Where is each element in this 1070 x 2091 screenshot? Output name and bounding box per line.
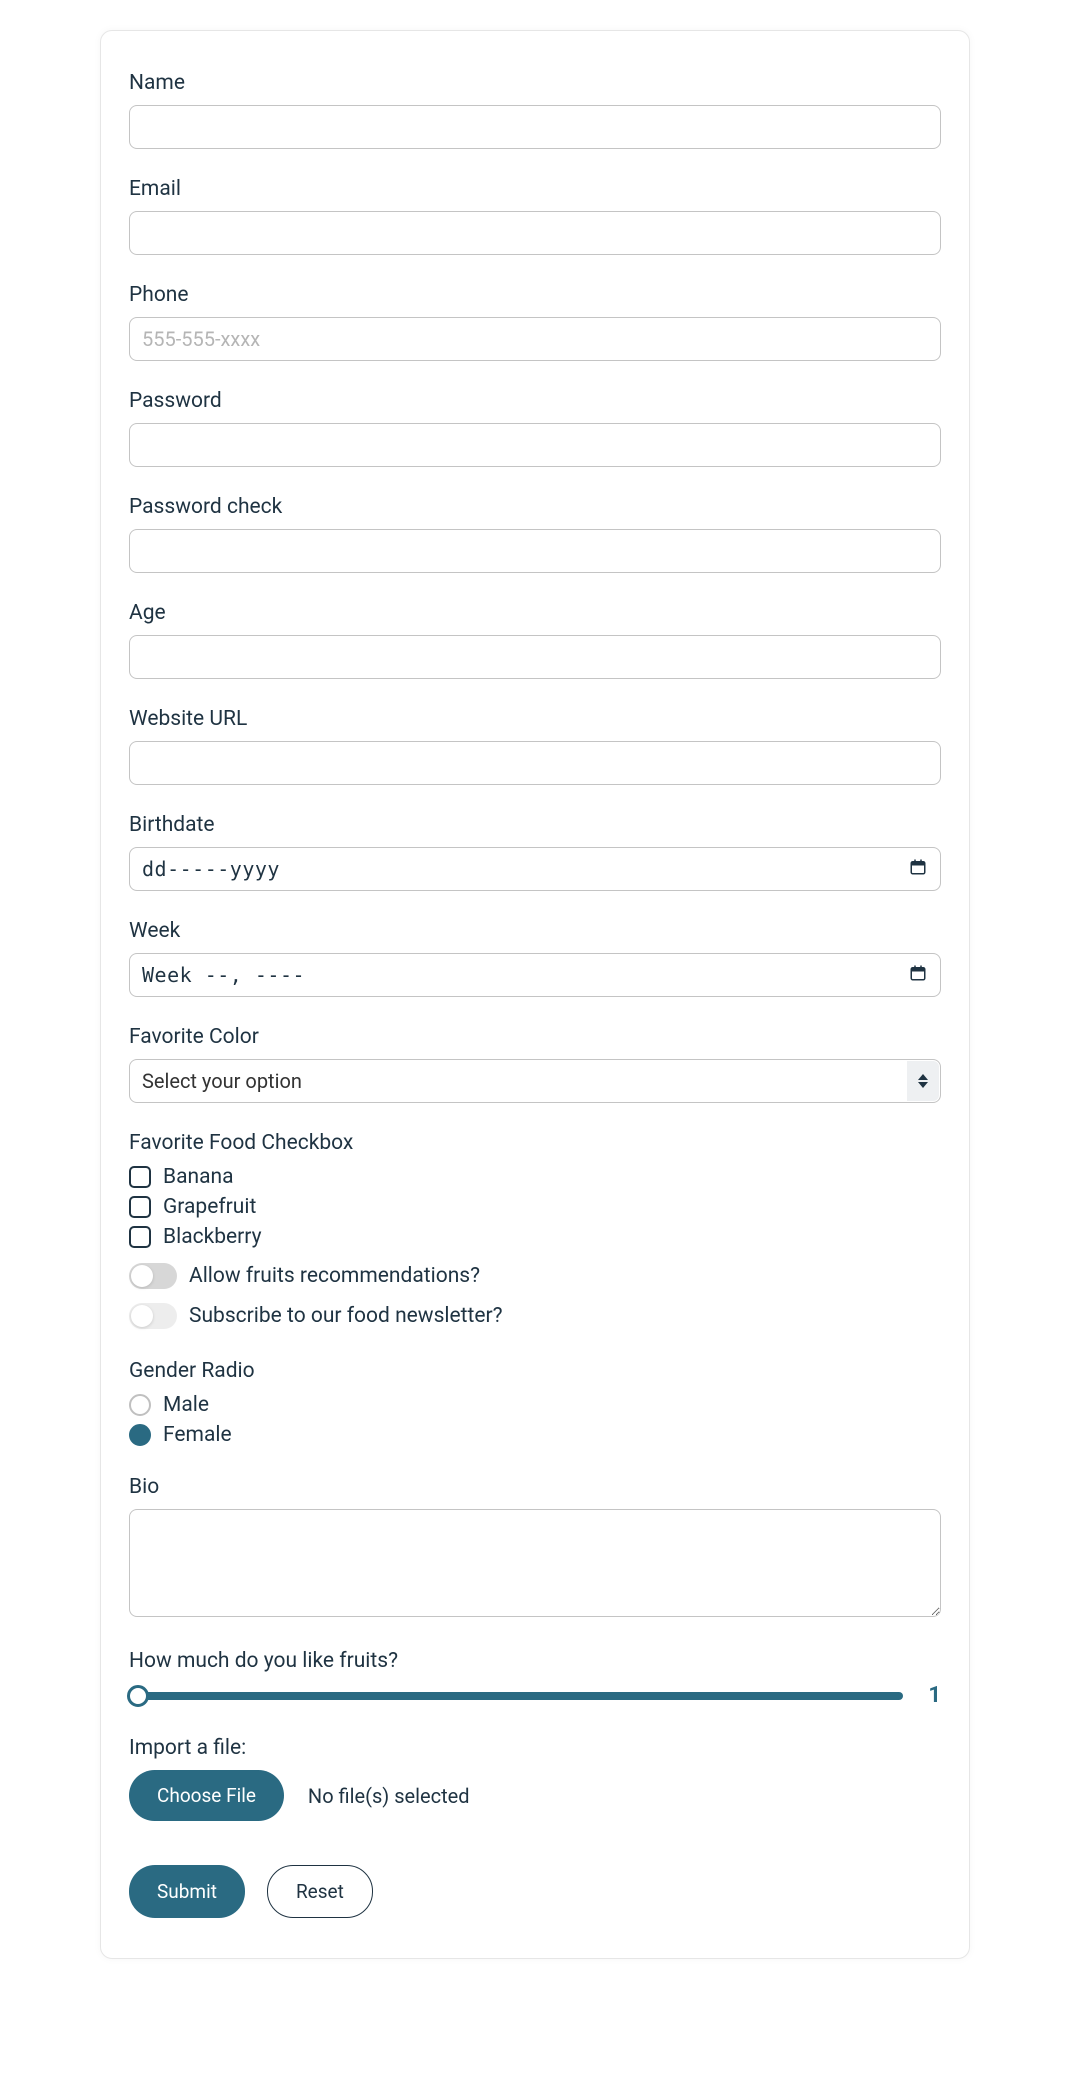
checkbox-blackberry[interactable] xyxy=(129,1226,151,1248)
checkbox-row-grapefruit: Grapefruit xyxy=(129,1195,941,1219)
checkbox-row-blackberry: Blackberry xyxy=(129,1225,941,1249)
reset-button[interactable]: Reset xyxy=(267,1865,373,1918)
bio-label: Bio xyxy=(129,1475,941,1499)
website-label: Website URL xyxy=(129,707,941,731)
radio-row-male: Male xyxy=(129,1393,941,1417)
bio-textarea[interactable] xyxy=(129,1509,941,1617)
email-input[interactable] xyxy=(129,211,941,255)
password-check-input[interactable] xyxy=(129,529,941,573)
radio-label: Female xyxy=(163,1423,232,1447)
fruits-like-label: How much do you like fruits? xyxy=(129,1649,941,1673)
fruits-like-slider[interactable] xyxy=(129,1692,903,1700)
website-input[interactable] xyxy=(129,741,941,785)
file-label: Import a file: xyxy=(129,1736,941,1760)
field-week: Week xyxy=(129,919,941,997)
fruits-like-value: 1 xyxy=(921,1683,941,1708)
choose-file-button[interactable]: Choose File xyxy=(129,1770,284,1821)
birthdate-input[interactable] xyxy=(129,847,941,891)
toggle-label: Allow fruits recommendations? xyxy=(189,1264,480,1288)
radio-row-female: Female xyxy=(129,1423,941,1447)
checkbox-label: Blackberry xyxy=(163,1225,262,1249)
week-label: Week xyxy=(129,919,941,943)
gender-label: Gender Radio xyxy=(129,1359,941,1383)
field-favorite-food: Favorite Food Checkbox Banana Grapefruit… xyxy=(129,1131,941,1329)
toggle-recommendations[interactable] xyxy=(129,1263,177,1289)
field-birthdate: Birthdate xyxy=(129,813,941,891)
password-check-label: Password check xyxy=(129,495,941,519)
field-name: Name xyxy=(129,71,941,149)
birthdate-label: Birthdate xyxy=(129,813,941,837)
form-card: Name Email Phone Password Password check… xyxy=(100,30,970,1959)
age-input[interactable] xyxy=(129,635,941,679)
file-status: No file(s) selected xyxy=(308,1784,470,1808)
field-bio: Bio xyxy=(129,1475,941,1621)
field-fruits-like: How much do you like fruits? 1 xyxy=(129,1649,941,1708)
radio-female[interactable] xyxy=(129,1424,151,1446)
phone-input[interactable] xyxy=(129,317,941,361)
checkbox-label: Grapefruit xyxy=(163,1195,256,1219)
week-input[interactable] xyxy=(129,953,941,997)
field-favorite-color: Favorite Color Select your option xyxy=(129,1025,941,1103)
name-label: Name xyxy=(129,71,941,95)
checkbox-banana[interactable] xyxy=(129,1166,151,1188)
form-actions: Submit Reset xyxy=(129,1865,941,1918)
checkbox-row-banana: Banana xyxy=(129,1165,941,1189)
field-gender: Gender Radio Male Female xyxy=(129,1359,941,1447)
submit-button[interactable]: Submit xyxy=(129,1865,245,1918)
email-label: Email xyxy=(129,177,941,201)
favorite-food-label: Favorite Food Checkbox xyxy=(129,1131,941,1155)
favorite-color-select[interactable]: Select your option xyxy=(129,1059,941,1103)
radio-male[interactable] xyxy=(129,1394,151,1416)
phone-label: Phone xyxy=(129,283,941,307)
checkbox-grapefruit[interactable] xyxy=(129,1196,151,1218)
age-label: Age xyxy=(129,601,941,625)
slider-thumb[interactable] xyxy=(127,1685,149,1707)
field-phone: Phone xyxy=(129,283,941,361)
toggle-newsletter[interactable] xyxy=(129,1303,177,1329)
field-website: Website URL xyxy=(129,707,941,785)
password-input[interactable] xyxy=(129,423,941,467)
field-age: Age xyxy=(129,601,941,679)
toggle-label: Subscribe to our food newsletter? xyxy=(189,1304,503,1328)
toggle-row-newsletter: Subscribe to our food newsletter? xyxy=(129,1303,941,1329)
name-input[interactable] xyxy=(129,105,941,149)
favorite-color-label: Favorite Color xyxy=(129,1025,941,1049)
field-file: Import a file: Choose File No file(s) se… xyxy=(129,1736,941,1821)
field-password: Password xyxy=(129,389,941,467)
field-password-check: Password check xyxy=(129,495,941,573)
field-email: Email xyxy=(129,177,941,255)
checkbox-label: Banana xyxy=(163,1165,234,1189)
password-label: Password xyxy=(129,389,941,413)
radio-label: Male xyxy=(163,1393,209,1417)
toggle-row-recommendations: Allow fruits recommendations? xyxy=(129,1263,941,1289)
